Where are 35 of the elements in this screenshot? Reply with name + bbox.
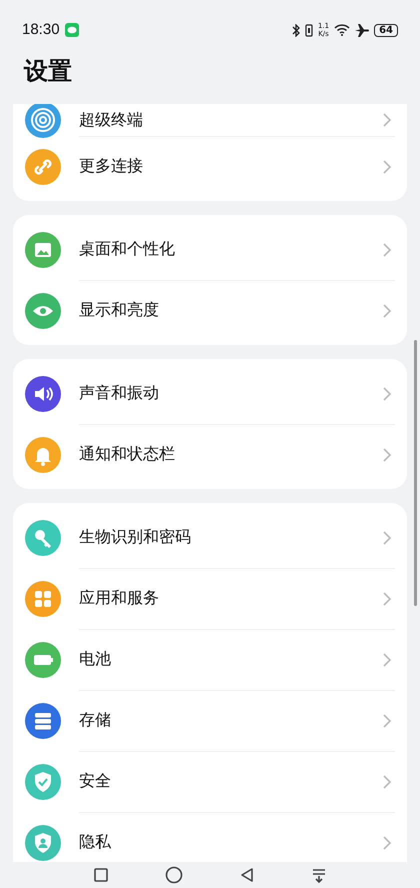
chevron-right-icon xyxy=(383,714,391,728)
settings-item[interactable]: 桌面和个性化 xyxy=(25,219,395,280)
chevron-right-icon xyxy=(383,386,391,400)
settings-item[interactable]: 应用和服务 xyxy=(25,568,395,629)
settings-item[interactable]: 电池 xyxy=(25,629,395,690)
settings-item[interactable]: 超级终端 xyxy=(25,104,395,136)
settings-item[interactable]: 声音和振动 xyxy=(25,363,395,424)
bluetooth-icon xyxy=(292,24,300,36)
chevron-right-icon xyxy=(383,774,391,788)
settings-item[interactable]: 更多连接 xyxy=(25,136,395,197)
back-icon[interactable] xyxy=(239,867,255,883)
settings-item[interactable]: 存储 xyxy=(25,690,395,751)
chat-app-icon xyxy=(64,22,79,36)
home-icon[interactable] xyxy=(165,866,183,884)
chevron-right-icon xyxy=(383,113,391,127)
settings-item[interactable]: 隐私 xyxy=(25,812,395,862)
chevron-right-icon xyxy=(383,836,391,850)
chevron-right-icon xyxy=(383,592,391,606)
page-title: 设置 xyxy=(24,56,72,87)
chevron-right-icon xyxy=(383,160,391,174)
settings-item[interactable]: 生物识别和密码 xyxy=(25,507,395,568)
clock-time: 18:30 xyxy=(22,21,60,38)
menu-icon[interactable] xyxy=(311,867,327,883)
settings-item[interactable]: 通知和状态栏 xyxy=(25,424,395,485)
chevron-right-icon xyxy=(383,448,391,462)
chevron-right-icon xyxy=(383,242,391,256)
chevron-right-icon xyxy=(383,530,391,544)
chevron-right-icon xyxy=(383,304,391,318)
settings-item[interactable]: 安全 xyxy=(25,751,395,812)
settings-item[interactable]: 显示和亮度 xyxy=(25,280,395,341)
wifi-icon xyxy=(334,24,350,36)
battery-level: 64 xyxy=(374,24,398,36)
chevron-right-icon xyxy=(383,652,391,666)
airplane-icon xyxy=(355,24,370,36)
recent-apps-icon[interactable] xyxy=(93,867,109,883)
